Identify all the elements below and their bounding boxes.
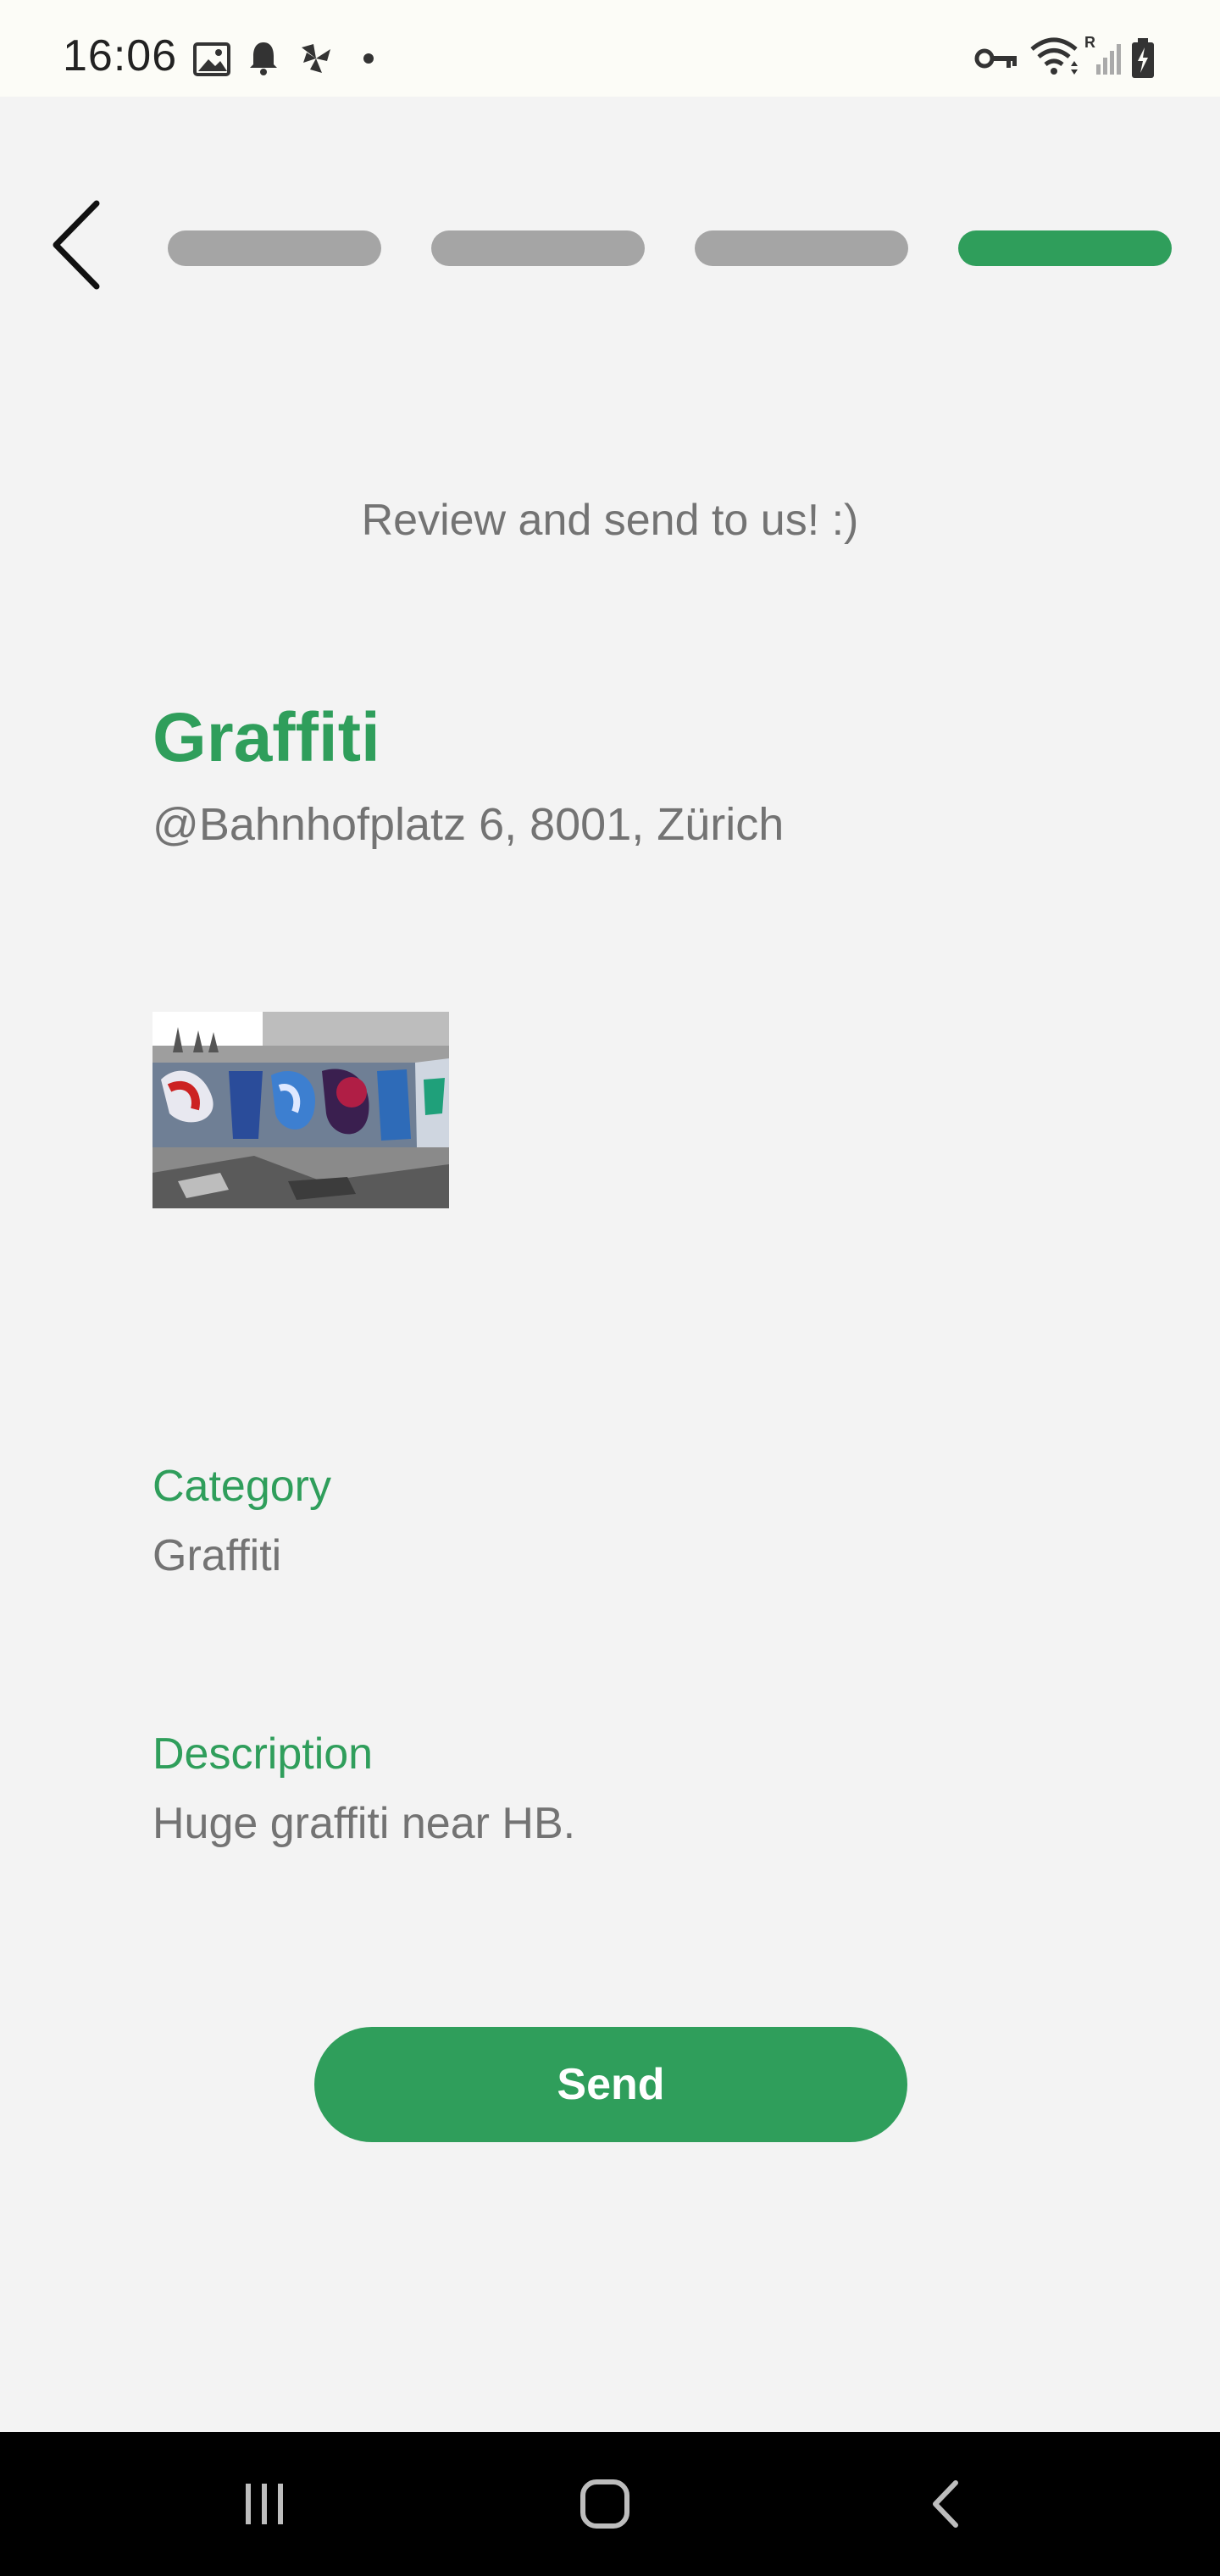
status-bar: 16:06 R bbox=[0, 0, 1220, 97]
back-icon bbox=[933, 2480, 958, 2528]
recent-apps-button[interactable] bbox=[222, 2466, 307, 2542]
dot-icon bbox=[363, 53, 374, 69]
progress-step-1 bbox=[168, 230, 381, 266]
status-time: 16:06 bbox=[63, 31, 178, 80]
wifi-icon bbox=[1029, 36, 1083, 82]
report-title: Graffiti bbox=[152, 699, 380, 776]
home-button[interactable] bbox=[563, 2466, 647, 2542]
bell-icon bbox=[247, 39, 280, 80]
signal-icon: R bbox=[1083, 34, 1122, 82]
category-value: Graffiti bbox=[152, 1531, 282, 1580]
progress-step-2 bbox=[431, 230, 645, 266]
send-button[interactable]: Send bbox=[314, 2027, 907, 2142]
chevron-left-icon bbox=[53, 200, 100, 290]
svg-text:R: R bbox=[1084, 34, 1095, 51]
progress-step-4 bbox=[958, 230, 1172, 266]
description-value: Huge graffiti near HB. bbox=[152, 1799, 576, 1848]
system-nav-bar bbox=[0, 2432, 1220, 2576]
recent-apps-icon bbox=[246, 2484, 283, 2524]
page-subtitle: Review and send to us! :) bbox=[361, 496, 859, 545]
description-label: Description bbox=[152, 1729, 374, 1779]
report-photo[interactable] bbox=[152, 1012, 449, 1208]
back-button[interactable] bbox=[37, 190, 114, 300]
category-label: Category bbox=[152, 1462, 331, 1511]
pinwheel-icon bbox=[298, 41, 334, 80]
report-address: @Bahnhofplatz 6, 8001, Zürich bbox=[152, 799, 785, 850]
home-icon bbox=[580, 2479, 629, 2529]
review-screen: Review and send to us! :) Graffiti @Bahn… bbox=[0, 97, 1220, 2432]
progress-step-3 bbox=[695, 230, 908, 266]
key-icon bbox=[974, 46, 1018, 75]
image-icon bbox=[193, 42, 230, 80]
system-back-button[interactable] bbox=[903, 2466, 988, 2542]
battery-icon bbox=[1130, 37, 1156, 84]
